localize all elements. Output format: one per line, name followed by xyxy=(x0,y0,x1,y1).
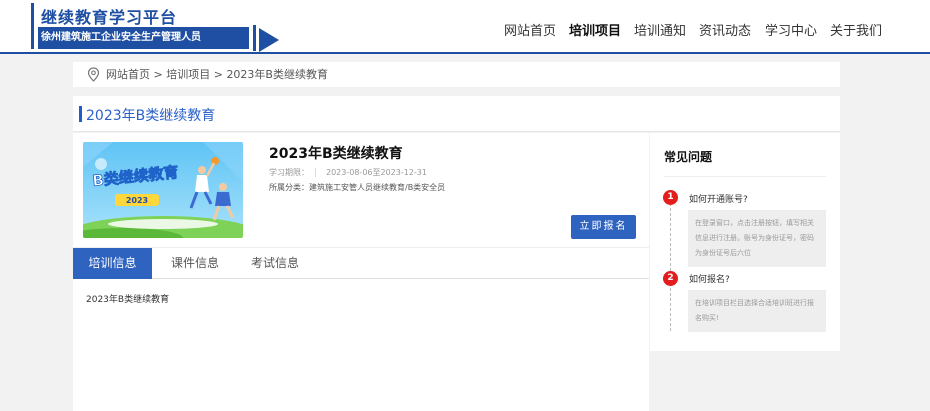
tab-content-text: 2023年B类继续教育 xyxy=(86,295,170,305)
course-info: 2023年B类继续教育 学习期限： 2023-08-06至2023-12-31 … xyxy=(269,143,639,192)
faq-question[interactable]: 如何报名? xyxy=(689,272,730,285)
site-title: 继续教育学习平台 xyxy=(41,8,178,27)
faq-title: 常见问题 xyxy=(664,150,713,164)
course-title: 2023年B类继续教育 xyxy=(269,146,403,162)
faq-number-badge: 1 xyxy=(663,190,678,205)
breadcrumb-training-projects[interactable]: 培训项目 xyxy=(166,68,210,81)
page-title: 2023年B类继续教育 xyxy=(86,108,216,124)
breadcrumb-current: 2023年B类继续教育 xyxy=(226,68,328,81)
tab-training-info[interactable]: 培训信息 xyxy=(73,248,152,279)
cover-year-text: 2023 xyxy=(126,196,148,205)
faq-panel: 常见问题 1 如何开通账号? 在登录窗口，点击注册按钮，填写相关信息进行注册。账… xyxy=(650,133,840,351)
nav-item-about[interactable]: 关于我们 xyxy=(830,20,882,39)
tab-courseware-info[interactable]: 课件信息 xyxy=(155,248,235,279)
faq-timeline-line xyxy=(670,203,671,331)
breadcrumb-separator: > xyxy=(153,68,163,81)
course-detail-panel: 2023 B类继续教育 2023年B类继续教育 学习期限： 2023-08-06… xyxy=(73,133,649,411)
title-accent-bar xyxy=(79,106,82,122)
nav-item-training-notices[interactable]: 培训通知 xyxy=(634,20,686,39)
nav-item-learning-center[interactable]: 学习中心 xyxy=(765,20,817,39)
period-label: 学习期限： xyxy=(269,168,309,177)
site-logo[interactable]: 继续教育学习平台 徐州建筑施工企业安全生产管理人员 xyxy=(31,3,279,52)
breadcrumb-separator: > xyxy=(213,68,223,81)
faq-question[interactable]: 如何开通账号? xyxy=(689,192,748,205)
location-pin-icon xyxy=(87,67,100,82)
logo-accent-bar xyxy=(31,3,34,49)
period-value: 2023-08-06至2023-12-31 xyxy=(326,168,427,177)
breadcrumb-home[interactable]: 网站首页 xyxy=(106,68,150,81)
nav-item-home[interactable]: 网站首页 xyxy=(504,20,556,39)
nav-item-training-projects[interactable]: 培训项目 xyxy=(569,20,621,39)
site-header: 继续教育学习平台 徐州建筑施工企业安全生产管理人员 网站首页 培训项目 培训通知… xyxy=(0,0,930,54)
logo-arrow-icon xyxy=(259,28,279,52)
faq-divider xyxy=(664,176,826,177)
site-subtitle: 徐州建筑施工企业安全生产管理人员 xyxy=(38,27,249,49)
course-category: 所属分类：建筑施工安管人员继续教育/B类安全员 xyxy=(269,183,446,192)
faq-answer: 在培训项目栏目选择合适培训班进行报名购买! xyxy=(688,290,826,332)
course-period: 学习期限： 2023-08-06至2023-12-31 xyxy=(269,167,427,178)
signup-button[interactable]: 立即报名 xyxy=(571,215,636,239)
logo-divider xyxy=(253,25,256,51)
breadcrumb: 网站首页 > 培训项目 > 2023年B类继续教育 xyxy=(73,62,840,87)
course-cover-image: 2023 B类继续教育 xyxy=(83,142,243,238)
period-divider xyxy=(315,168,316,177)
nav-item-news[interactable]: 资讯动态 xyxy=(699,20,751,39)
course-tabs: 培训信息 课件信息 考试信息 xyxy=(73,247,649,279)
page-title-bar: 2023年B类继续教育 xyxy=(73,96,840,132)
faq-answer: 在登录窗口，点击注册按钮，填写相关信息进行注册。账号为身份证号，密码为身份证号后… xyxy=(688,210,826,267)
tab-exam-info[interactable]: 考试信息 xyxy=(235,248,315,279)
faq-number-badge: 2 xyxy=(663,271,678,286)
